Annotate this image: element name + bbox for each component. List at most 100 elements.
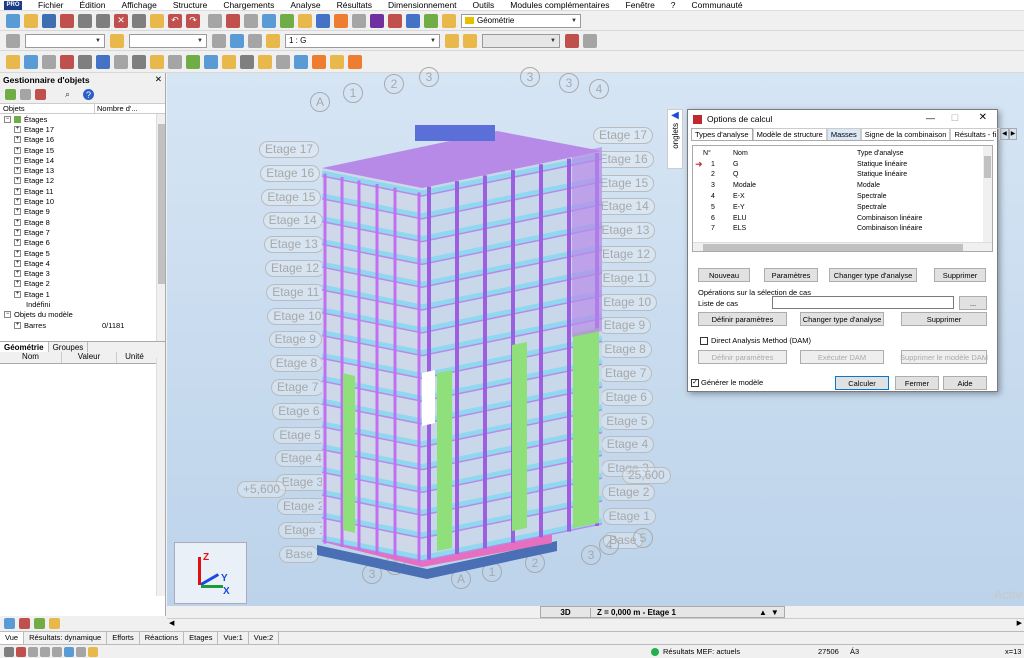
tree-node-bars[interactable]: + Barres 0/1181: [4, 320, 165, 330]
screen-capture-icon[interactable]: [96, 13, 110, 28]
tree-node-floor[interactable]: + Etage 17: [4, 124, 165, 134]
analysis-case-list[interactable]: N° Nom Type d'analyse ➜ 1 G Statique linéai…: [692, 145, 993, 252]
selection-icon[interactable]: [6, 33, 20, 48]
view-tab[interactable]: Vue: [0, 632, 25, 644]
load-case-select[interactable]: 1 : G ▼: [285, 33, 440, 48]
case-icon[interactable]: [110, 33, 124, 48]
tree-scrollbar[interactable]: [156, 114, 165, 341]
case-row[interactable]: 5 E-Y Spectrale: [693, 202, 992, 213]
definir-parametres-button[interactable]: Définir paramètres: [698, 312, 787, 326]
tree-node-floor[interactable]: + Etage 7: [4, 227, 165, 237]
calculator-icon[interactable]: [226, 13, 240, 28]
layers-icon[interactable]: [34, 618, 45, 629]
zoom-window-icon[interactable]: [262, 13, 276, 28]
level-up-icon[interactable]: ▲: [756, 608, 767, 617]
structure-icon[interactable]: [370, 13, 384, 28]
panel-icon[interactable]: [150, 54, 164, 69]
search-icon[interactable]: ⌕: [62, 89, 73, 100]
help-icon[interactable]: ?: [83, 89, 94, 100]
menu-5[interactable]: Analyse: [282, 0, 328, 10]
rigid-links-icon[interactable]: [276, 54, 290, 69]
bars-icon[interactable]: [42, 54, 56, 69]
view-mode-icon[interactable]: [4, 618, 15, 629]
delete-icon[interactable]: ✕: [114, 13, 128, 28]
tree-node-model-objects[interactable]: − Objets du modèle: [4, 310, 165, 320]
scroll-right-icon[interactable]: ▶: [1017, 619, 1022, 627]
properties-scrollbar[interactable]: [156, 358, 165, 596]
tree-node-etages[interactable]: − Étages: [4, 114, 165, 124]
supports-icon[interactable]: [60, 54, 74, 69]
section-icon[interactable]: [78, 54, 92, 69]
tabs-scroll-right-icon[interactable]: ▶: [1008, 128, 1018, 140]
design-icon[interactable]: [424, 13, 438, 28]
linear-supports-icon[interactable]: [240, 54, 254, 69]
col-nom[interactable]: Nom: [0, 352, 62, 363]
solid-icon[interactable]: [312, 54, 326, 69]
case-row[interactable]: 7 ELS Combinaison linéaire: [693, 224, 992, 235]
mesh-icon[interactable]: [168, 54, 182, 69]
new-file-icon[interactable]: [6, 13, 20, 28]
openings-icon[interactable]: [222, 54, 236, 69]
undo-icon[interactable]: ↶: [168, 13, 182, 28]
tab-signe-combinaison[interactable]: Signe de la combinaison: [860, 128, 951, 140]
compatibility-icon[interactable]: [294, 54, 308, 69]
release-icon[interactable]: [114, 54, 128, 69]
case-row[interactable]: 2 Q Statique linéaire: [693, 170, 992, 181]
view-tab[interactable]: Vue:1: [218, 632, 249, 644]
axis-gizmo[interactable]: Z Y X: [174, 542, 247, 604]
menu-4[interactable]: Chargements: [215, 0, 282, 10]
material-icon[interactable]: [96, 54, 110, 69]
highlight-icon[interactable]: [49, 618, 60, 629]
menu-12[interactable]: Communauté: [684, 0, 751, 10]
loads-icon[interactable]: [388, 13, 402, 28]
load-table-icon[interactable]: [463, 33, 477, 48]
tree-node-floor[interactable]: + Etage 9: [4, 207, 165, 217]
tree-node-floor[interactable]: + Etage 8: [4, 217, 165, 227]
layout-select[interactable]: Géométrie ▼: [461, 13, 581, 28]
menu-0[interactable]: Fichier: [30, 0, 72, 10]
status-snap-icon[interactable]: [40, 646, 50, 657]
layout-icon[interactable]: [442, 13, 456, 28]
filter-icon[interactable]: [20, 89, 31, 100]
fermer-button[interactable]: Fermer: [895, 376, 939, 390]
tab-types-analyse[interactable]: Types d'analyse: [691, 128, 753, 140]
animation-icon[interactable]: [583, 33, 597, 48]
mode-select[interactable]: ▼: [482, 33, 560, 48]
offset-icon[interactable]: [132, 54, 146, 69]
tree-node-floor[interactable]: + Etage 15: [4, 145, 165, 155]
cladding-icon[interactable]: [186, 54, 200, 69]
calculer-button[interactable]: Calculer: [835, 376, 889, 390]
preview-icon[interactable]: [78, 13, 92, 28]
tree-node-floor[interactable]: + Etage 16: [4, 135, 165, 145]
tree-node-floor[interactable]: + Etage 2: [4, 279, 165, 289]
redo-icon[interactable]: ↷: [186, 13, 200, 28]
tree-node-floor[interactable]: + Etage 6: [4, 238, 165, 248]
view-tab[interactable]: Réactions: [140, 632, 185, 644]
tree-node-floor[interactable]: + Etage 10: [4, 196, 165, 206]
tab-masses[interactable]: Masses: [826, 128, 861, 140]
menu-9[interactable]: Modules complémentaires: [502, 0, 617, 10]
supprimer-dam-button[interactable]: Supprimer le modèle DAM: [900, 350, 988, 364]
scroll-left-icon[interactable]: ◀: [169, 619, 174, 627]
status-ortho-icon[interactable]: [52, 646, 62, 657]
case-row[interactable]: 4 E-X Spectrale: [693, 191, 992, 202]
paste-icon[interactable]: [150, 13, 164, 28]
tree-icon[interactable]: [5, 89, 16, 100]
onglets-panel[interactable]: ◀ onglets: [667, 109, 683, 169]
menu-11[interactable]: ?: [663, 0, 684, 10]
table-icon[interactable]: [208, 13, 222, 28]
liste-cas-input[interactable]: [772, 296, 954, 309]
thickness-icon[interactable]: [204, 54, 218, 69]
col-unite[interactable]: Unité: [117, 352, 152, 363]
col-valeur[interactable]: Valeur: [62, 352, 117, 363]
rotate-icon[interactable]: [298, 13, 312, 28]
tree-node-floor[interactable]: + Etage 13: [4, 165, 165, 175]
tree-node-floor[interactable]: + Etage 5: [4, 248, 165, 258]
status-close-icon[interactable]: [16, 646, 26, 657]
view-mode[interactable]: 3D: [541, 607, 591, 617]
view-tab[interactable]: Vue:2: [249, 632, 280, 644]
viewport-scrollbar[interactable]: ◀ ▶: [167, 618, 1024, 630]
zoom-icon[interactable]: [244, 13, 258, 28]
nouveau-button[interactable]: Nouveau: [698, 268, 750, 282]
level-down-icon[interactable]: ▼: [767, 608, 779, 617]
